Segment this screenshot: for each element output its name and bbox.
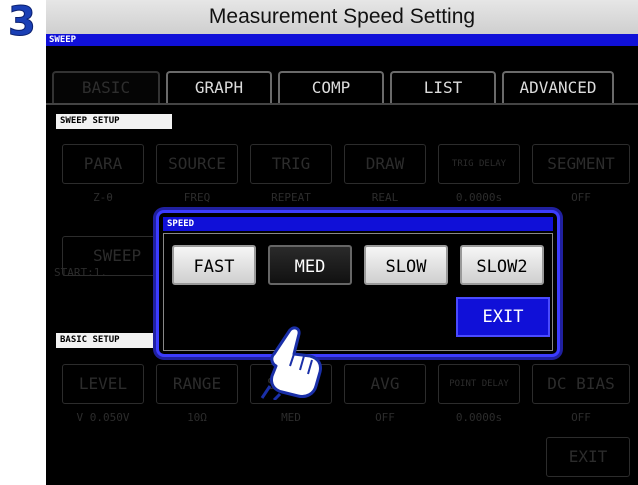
tab-list[interactable]: LIST bbox=[390, 71, 496, 103]
source-button[interactable]: SOURCE bbox=[156, 144, 238, 184]
avg-value: OFF bbox=[375, 411, 395, 424]
tab-divider bbox=[46, 103, 638, 105]
slow2-button[interactable]: SLOW2 bbox=[460, 245, 544, 285]
tab-graph[interactable]: GRAPH bbox=[166, 71, 272, 103]
speed-value: MED bbox=[281, 411, 301, 424]
avg-button[interactable]: AVG bbox=[344, 364, 426, 404]
step-number: 3 bbox=[8, 0, 37, 45]
start-value: START:1. bbox=[54, 266, 107, 279]
range-value: 10Ω bbox=[187, 411, 207, 424]
trig-delay-button[interactable]: TRIG DELAY bbox=[438, 144, 520, 184]
source-value: FREQ bbox=[183, 191, 211, 204]
segment-button[interactable]: SEGMENT bbox=[532, 144, 630, 184]
tab-comp[interactable]: COMP bbox=[278, 71, 384, 103]
draw-value: REAL bbox=[371, 191, 399, 204]
tab-basic[interactable]: BASIC bbox=[52, 71, 160, 103]
med-button[interactable]: MED bbox=[268, 245, 352, 285]
sweep-setup-label: SWEEP SETUP bbox=[56, 114, 172, 129]
speed-dialog: SPEED FAST MED SLOW SLOW2 EXIT bbox=[156, 210, 560, 357]
segment-value: OFF bbox=[571, 191, 591, 204]
exit-button[interactable]: EXIT bbox=[456, 297, 550, 337]
trig-delay-value: 0.0000s bbox=[455, 191, 503, 204]
speed-dialog-body: FAST MED SLOW SLOW2 EXIT bbox=[163, 233, 553, 351]
level-button[interactable]: LEVEL bbox=[62, 364, 144, 404]
draw-button[interactable]: DRAW bbox=[344, 144, 426, 184]
pointing-hand-icon bbox=[260, 326, 322, 400]
device-screen: SWEEP BASIC GRAPH COMP LIST ADVANCED SWE… bbox=[46, 34, 638, 485]
basic-setup-label: BASIC SETUP bbox=[56, 333, 172, 348]
exit-button-background[interactable]: EXIT bbox=[546, 437, 630, 477]
page-title: Measurement Speed Setting bbox=[46, 0, 638, 34]
fast-button[interactable]: FAST bbox=[172, 245, 256, 285]
point-delay-value: 0.0000s bbox=[455, 411, 503, 424]
para-value: Z-θ bbox=[93, 191, 113, 204]
dc-bias-value: OFF bbox=[571, 411, 591, 424]
para-button[interactable]: PARA bbox=[62, 144, 144, 184]
speed-dialog-title: SPEED bbox=[163, 217, 553, 231]
level-value: V 0.050V bbox=[76, 411, 130, 424]
point-delay-button[interactable]: POINT DELAY bbox=[438, 364, 520, 404]
screen-header: SWEEP bbox=[46, 34, 638, 46]
range-button[interactable]: RANGE bbox=[156, 364, 238, 404]
dc-bias-button[interactable]: DC BIAS bbox=[532, 364, 630, 404]
trig-value: REPEAT bbox=[271, 191, 311, 204]
tab-advanced[interactable]: ADVANCED bbox=[502, 71, 614, 103]
slow-button[interactable]: SLOW bbox=[364, 245, 448, 285]
trig-button[interactable]: TRIG bbox=[250, 144, 332, 184]
